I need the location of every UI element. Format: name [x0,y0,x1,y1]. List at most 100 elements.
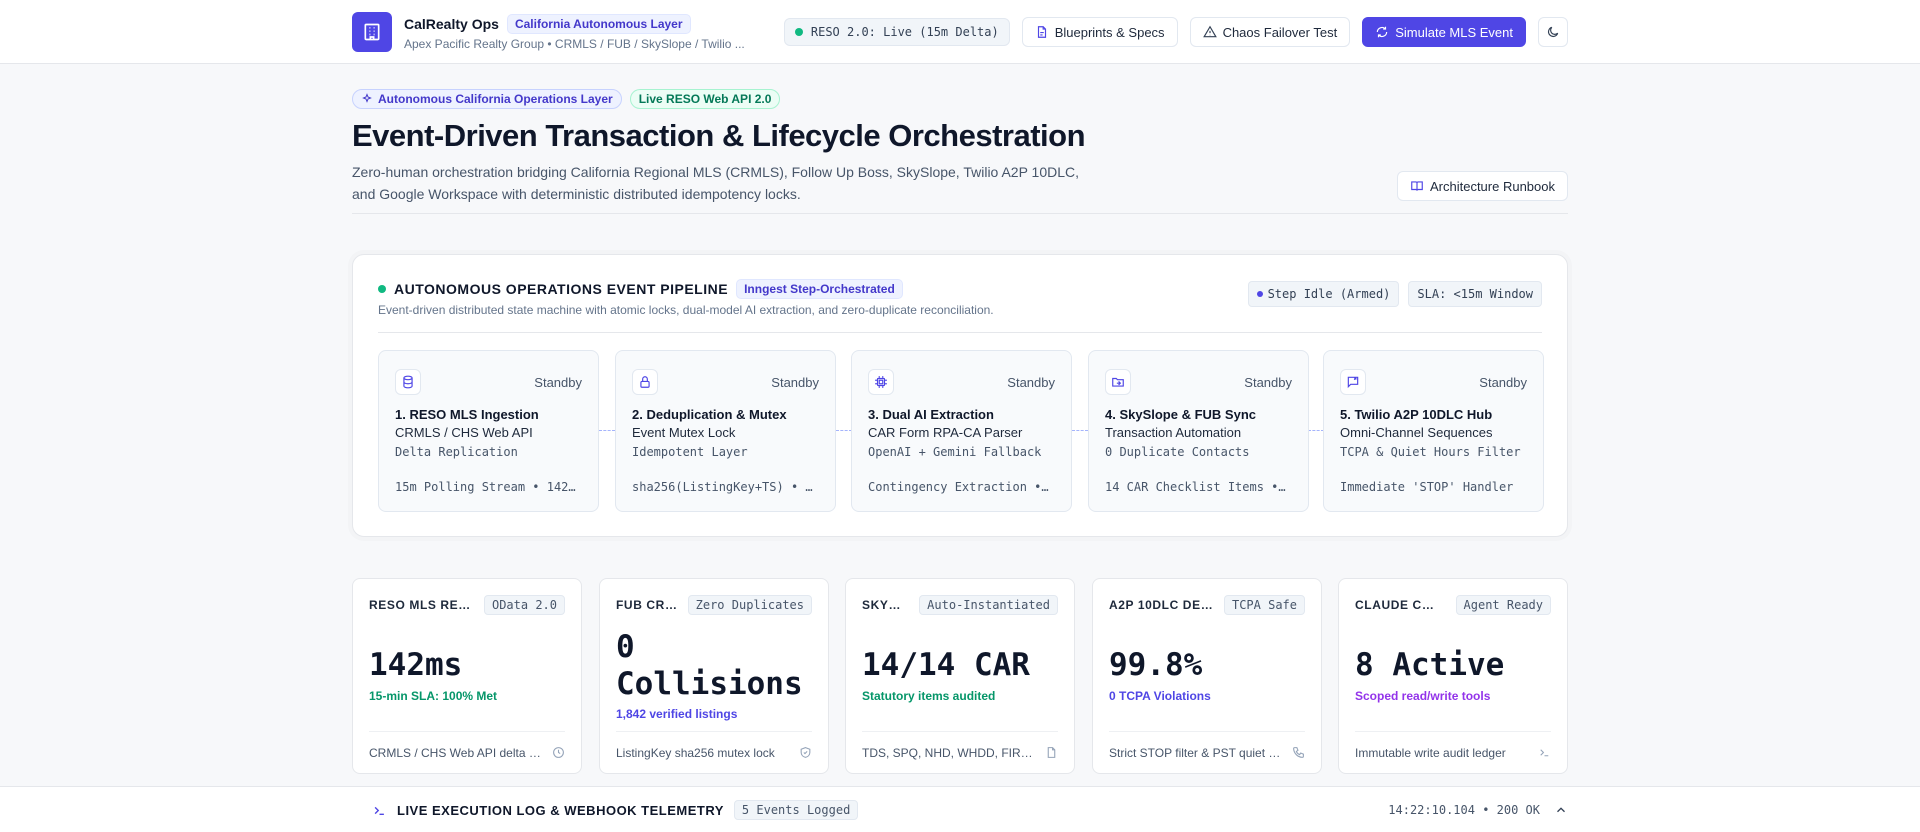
architecture-runbook-button[interactable]: Architecture Runbook [1396,171,1568,201]
step-status-text: Step Idle (Armed) [1267,287,1391,301]
kpi-note: Scoped read/write tools [1355,689,1491,703]
log-last-status: 14:22:10.104 • 200 OK [1388,803,1540,817]
stage-title: 2. Deduplication & Mutex [632,407,787,422]
stage-title: 3. Dual AI Extraction [868,407,994,422]
chaos-failover-button[interactable]: Chaos Failover Test [1189,17,1351,47]
stage-title: 4. SkySlope & FUB Sync [1105,407,1256,422]
kpi-footer: Strict STOP filter & PST quiet hours [1109,745,1284,760]
execution-log-bar[interactable]: LIVE EXECUTION LOG & WEBHOOK TELEMETRY 5… [0,786,1920,832]
pipeline-divider [378,332,1542,333]
database-icon [395,369,421,395]
live-status-dot [794,28,803,36]
stage-tag: Idempotent Layer [632,445,748,459]
kpi-value: 99.8% [1109,647,1203,683]
reso-api-badge: Live RESO Web API 2.0 [629,89,781,109]
stage-tag: OpenAI + Gemini Fallback [868,445,1042,459]
stage-footer: 15m Polling Stream • 142ms [395,480,582,494]
blueprints-button[interactable]: Blueprints & Specs [1021,17,1178,47]
kpi-card-a2p-deliverability: A2P 10DLC DELIVERABILITY TCPA Safe 99.8%… [1092,578,1322,774]
book-icon [1411,181,1423,191]
ops-layer-badge: Autonomous California Operations Layer [352,89,622,109]
shield-check-icon [800,747,811,758]
description-line-2: and Google Workspace with deterministic … [352,186,801,202]
kpi-value: 142ms [369,647,463,683]
stage-status: Standby [1244,374,1292,390]
stage-card-dedup-mutex[interactable]: Standby 2. Deduplication & Mutex Event M… [615,350,836,512]
pipeline-badge: Inngest Step-Orchestrated [736,279,903,299]
stage-card-dual-ai-extraction[interactable]: Standby 3. Dual AI Extraction CAR Form R… [851,350,1072,512]
lock-icon [632,369,658,395]
kpi-tag: Agent Ready [1455,595,1551,615]
document-icon [1047,747,1056,758]
refresh-icon [1376,26,1388,38]
sparkles-icon [362,93,372,103]
stage-footer: sha256(ListingKey+TS) • lock [632,480,819,494]
kpi-footer: TDS, SPQ, NHD, WHDD, FIRPTA [862,745,1037,760]
stage-card-reso-ingestion[interactable]: Standby 1. RESO MLS Ingestion CRMLS / CH… [378,350,599,512]
kpi-footer: Immutable write audit ledger [1355,745,1506,760]
kpi-label: FUB CRM DEDUPLICATION [616,598,678,612]
kpi-note: 15-min SLA: 100% Met [369,689,498,703]
runbook-button-label: Architecture Runbook [1429,178,1555,194]
kpi-label: A2P 10DLC DELIVERABILITY [1109,598,1213,612]
page-description: Zero-human orchestration bridging Califo… [352,161,1112,205]
kpi-cards: RESO MLS REPLICATION OData 2.0 142ms 15-… [352,578,1568,774]
kpi-label: CLAUDE CONNECTOR [1355,598,1441,612]
stage-subtitle: CRMLS / CHS Web API [395,425,533,440]
stage-title: 1. RESO MLS Ingestion [395,407,539,422]
stage-card-twilio-a2p-hub[interactable]: Standby 5. Twilio A2P 10DLC Hub Omni-Cha… [1323,350,1544,512]
pipeline-title: AUTONOMOUS OPERATIONS EVENT PIPELINE [394,281,729,297]
kpi-tag: Zero Duplicates [687,595,812,615]
stage-footer: 14 CAR Checklist Items • FUB [1105,480,1292,494]
page-title: Event-Driven Transaction & Lifecycle Orc… [352,118,1086,153]
divider [352,213,1568,214]
event-pipeline-panel: AUTONOMOUS OPERATIONS EVENT PIPELINE Inn… [352,254,1568,537]
stage-tag: TCPA & Quiet Hours Filter [1340,445,1521,459]
clock-icon [553,747,564,758]
stage-subtitle: Transaction Automation [1105,425,1242,440]
kpi-tag: Auto-Instantiated [919,595,1058,615]
stage-footer: Immediate 'STOP' Handler [1340,480,1514,494]
stage-subtitle: Omni-Channel Sequences [1340,425,1493,440]
stage-connector [1072,430,1088,431]
app-name: CalRealty Ops [404,15,499,32]
folder-sync-icon [1105,369,1131,395]
kpi-card-fub-dedup: FUB CRM DEDUPLICATION Zero Duplicates 0 … [599,578,829,774]
kpi-tag: TCPA Safe [1223,595,1305,615]
kpi-value: 8 Active [1355,647,1505,683]
reso-status-badge: RESO 2.0: Live (15m Delta) [783,18,1010,46]
pipeline-stages: Standby 1. RESO MLS Ingestion CRMLS / CH… [378,350,1544,512]
moon-icon [1548,26,1559,37]
kpi-note: 1,842 verified listings [616,707,738,721]
simulate-mls-event-button[interactable]: Simulate MLS Event [1362,17,1526,47]
file-icon [1037,26,1046,38]
terminal-icon [1540,749,1549,757]
ops-layer-badge-label: Autonomous California Operations Layer [378,92,613,106]
blueprints-button-label: Blueprints & Specs [1054,24,1165,40]
stage-status: Standby [1479,374,1527,390]
kpi-footer: ListingKey sha256 mutex lock [616,745,775,760]
stage-tag: Delta Replication [395,445,518,459]
stage-connector [1308,430,1324,431]
reso-status-text: RESO 2.0: Live (15m Delta) [810,25,999,39]
kpi-label: SKYSLOPE COMPLIANCE [862,598,908,612]
cpu-icon [868,369,894,395]
stage-card-skyslope-fub-sync[interactable]: Standby 4. SkySlope & FUB Sync Transacti… [1088,350,1309,512]
chevron-up-icon[interactable] [1554,803,1568,817]
stage-subtitle: Event Mutex Lock [632,425,736,440]
step-status-badge: Step Idle (Armed) [1247,281,1400,307]
chaos-button-label: Chaos Failover Test [1222,24,1338,40]
theme-toggle-button[interactable] [1538,17,1568,47]
pipeline-status-dot [378,285,386,293]
brand-block: CalRealty Ops California Autonomous Laye… [404,13,774,51]
building-icon [352,12,392,52]
kpi-label: RESO MLS REPLICATION [369,598,473,612]
stage-connector [599,430,615,431]
stage-title: 5. Twilio A2P 10DLC Hub [1340,407,1493,422]
kpi-note: Statutory items audited [862,689,996,703]
stage-subtitle: CAR Form RPA-CA Parser [868,425,1023,440]
hero-section: Autonomous California Operations Layer L… [352,89,1568,205]
warning-triangle-icon [1202,25,1217,38]
app-subtitle: Apex Pacific Realty Group • CRMLS / FUB … [404,36,745,51]
stage-status: Standby [1007,374,1055,390]
